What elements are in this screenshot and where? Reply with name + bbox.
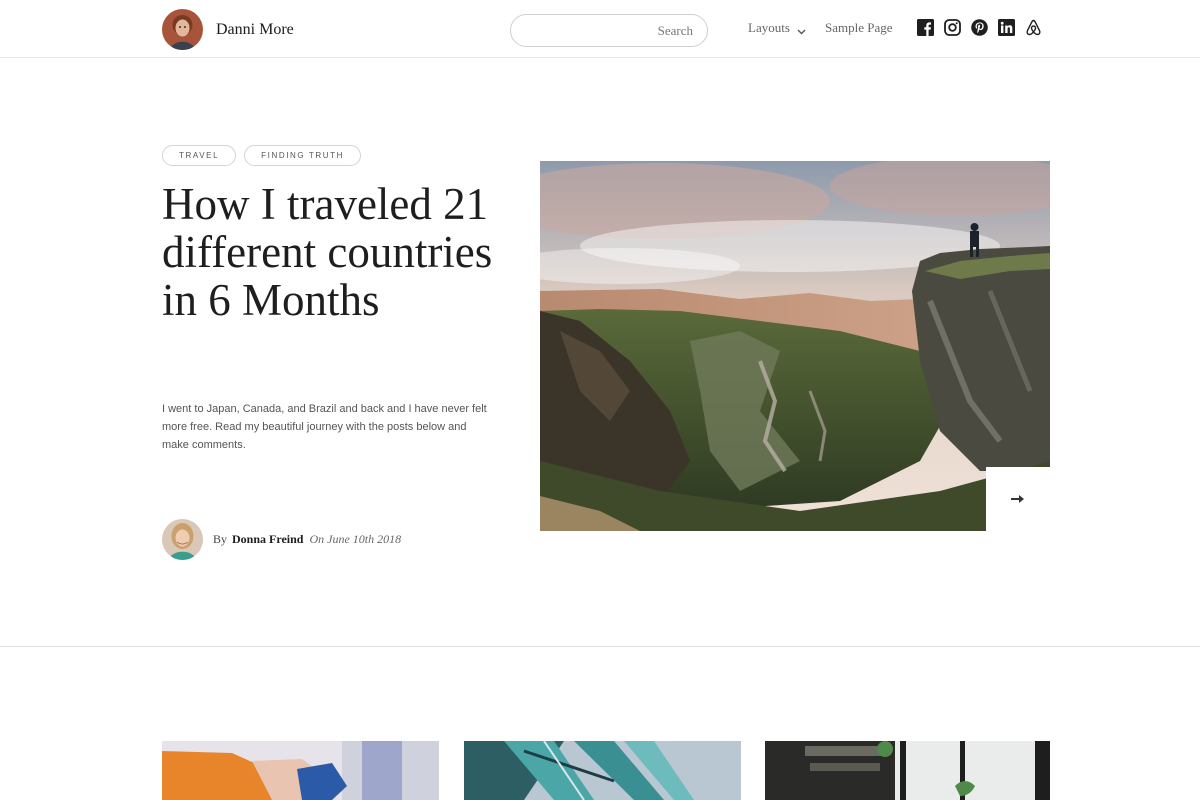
post-title[interactable]: How I traveled 21 different countries in… (162, 180, 502, 324)
post-card-image-3[interactable] (765, 741, 1050, 800)
tag-finding-truth[interactable]: FINDING TRUTH (244, 145, 362, 166)
hero-image[interactable] (540, 161, 1050, 531)
site-avatar (162, 9, 203, 50)
next-slide-button[interactable] (986, 467, 1050, 531)
site-brand[interactable]: Danni More (162, 9, 294, 50)
post-excerpt: I went to Japan, Canada, and Brazil and … (162, 403, 487, 451)
section-divider (0, 646, 1200, 647)
site-name: Danni More (216, 20, 294, 38)
post-card-image-2[interactable] (464, 741, 741, 800)
social-links (917, 19, 1052, 36)
post-tags: TRAVEL FINDING TRUTH (162, 145, 369, 166)
byline-text: By Donna Freind On June 10th 2018 (213, 532, 401, 547)
facebook-icon[interactable] (917, 19, 934, 36)
pinterest-icon[interactable] (971, 19, 988, 36)
arrow-right-icon (1011, 495, 1024, 503)
author-name[interactable]: Donna Freind (232, 532, 303, 546)
search-input[interactable] (511, 15, 707, 46)
nav-item-sample-page[interactable]: Sample Page (825, 20, 893, 36)
search-box (510, 14, 708, 47)
post-date: On June 10th 2018 (309, 532, 402, 546)
instagram-icon[interactable] (944, 19, 961, 36)
post-byline: By Donna Freind On June 10th 2018 (162, 519, 401, 560)
nav-item-layouts[interactable]: Layouts (748, 20, 806, 36)
byline-by: By (213, 532, 228, 546)
linkedin-icon[interactable] (998, 19, 1015, 36)
nav-item-label: Layouts (748, 20, 790, 35)
author-avatar[interactable] (162, 519, 203, 560)
post-card-image-1[interactable] (162, 741, 439, 800)
airbnb-icon[interactable] (1025, 19, 1042, 36)
nav-item-label: Sample Page (825, 20, 893, 35)
site-header: Danni More Layouts Sample Page (0, 0, 1200, 58)
tag-travel[interactable]: TRAVEL (162, 145, 237, 166)
chevron-down-icon (797, 24, 806, 34)
